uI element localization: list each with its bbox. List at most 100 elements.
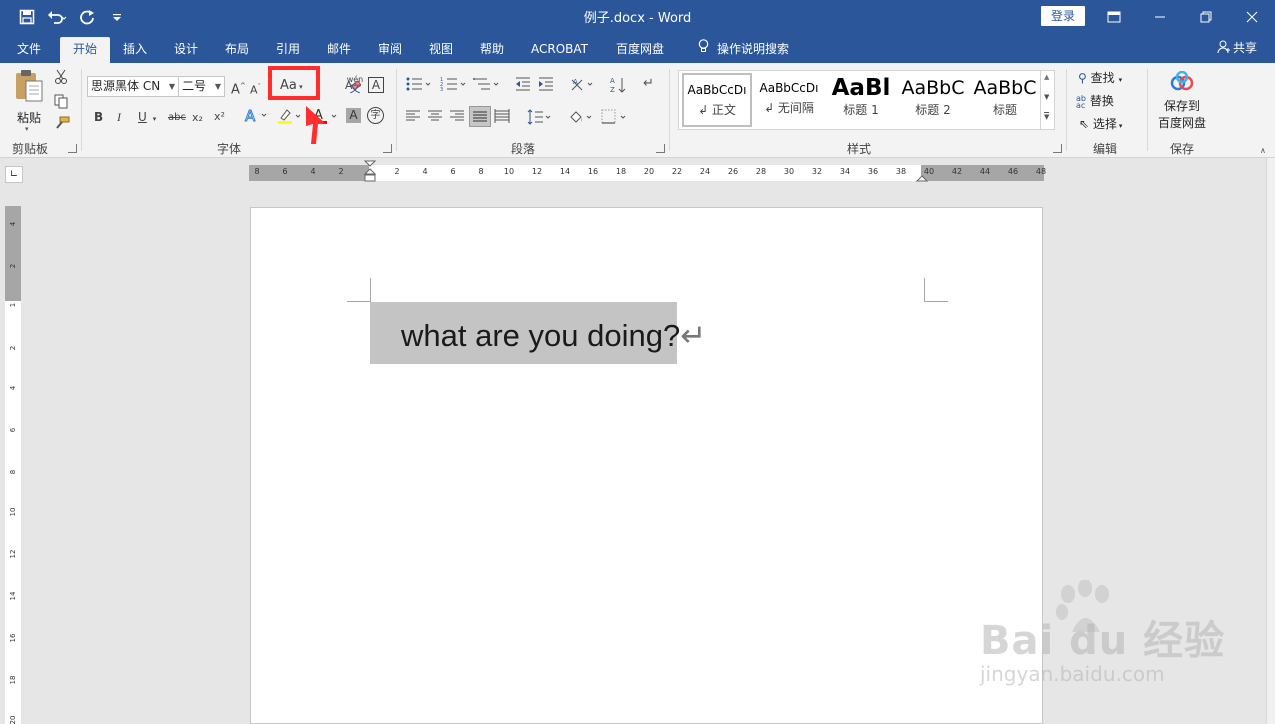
style-title[interactable]: AaBbC 标题 <box>970 73 1040 127</box>
paragraph-mark: ↵ <box>680 318 707 353</box>
ruler-tick-label: 14 <box>559 167 571 176</box>
ruler-tick-label: 20 <box>9 715 17 724</box>
align-right-icon[interactable] <box>449 109 465 128</box>
ruler-tick-label: 10 <box>9 507 17 517</box>
shading-icon[interactable] <box>567 108 595 130</box>
svg-text:A: A <box>573 78 578 86</box>
tab-insert[interactable]: 插入 <box>113 37 157 63</box>
scroll-up-icon[interactable]: ▲ <box>1044 73 1049 81</box>
chinese-layout-icon[interactable]: A <box>570 76 598 97</box>
ribbon-display-icon[interactable] <box>1091 0 1137 33</box>
font-size-combo[interactable]: 二号 ▼ <box>178 76 225 97</box>
decrease-indent-icon[interactable] <box>514 76 532 97</box>
clipboard-launcher-icon[interactable] <box>68 144 77 153</box>
gallery-scrollbar[interactable]: ▲ ▼ ▼ <box>1040 71 1054 129</box>
font-name-combo[interactable]: 思源黑体 CN ▼ <box>87 76 179 97</box>
document-page[interactable]: what are you doing?↵ <box>250 207 1043 724</box>
share-button[interactable]: 共享 <box>1217 39 1257 57</box>
text-effects-icon[interactable]: A <box>244 107 268 130</box>
styles-launcher-icon[interactable] <box>1053 144 1062 153</box>
align-left-icon[interactable] <box>405 109 421 128</box>
more-styles-icon[interactable]: ▼ <box>1044 112 1050 121</box>
font-launcher-icon[interactable] <box>383 144 392 153</box>
tell-me-search[interactable]: 操作说明搜索 <box>688 37 799 63</box>
paragraph-launcher-icon[interactable] <box>656 144 665 153</box>
tab-design[interactable]: 设计 <box>164 37 208 63</box>
style-normal[interactable]: AaBbCcDı ↲ 正文 <box>682 73 752 127</box>
multilevel-list-icon[interactable] <box>473 76 501 97</box>
bullets-icon[interactable] <box>405 76 433 97</box>
style-no-spacing[interactable]: AaBbCcDı ↲ 无间隔 <box>754 73 824 127</box>
tab-references[interactable]: 引用 <box>266 37 310 63</box>
sort-icon[interactable]: AZ <box>610 76 628 99</box>
select-button[interactable]: ⇖ 选择 ▾ <box>1079 116 1122 134</box>
vertical-ruler[interactable]: 4 2 1 2 4 6 8 10 12 14 16 18 20 <box>5 206 21 724</box>
borders-icon[interactable] <box>601 109 629 130</box>
tab-review[interactable]: 审阅 <box>368 37 412 63</box>
subscript-button[interactable]: x₂ <box>192 110 203 126</box>
format-painter-icon[interactable] <box>54 116 70 135</box>
minimize-icon[interactable] <box>1137 0 1183 33</box>
tab-view[interactable]: 视图 <box>419 37 463 63</box>
enclose-characters-icon[interactable]: 字 <box>367 107 384 124</box>
tab-layout[interactable]: 布局 <box>215 37 259 63</box>
tab-stop-selector[interactable]: ∟ <box>5 166 23 183</box>
document-text[interactable]: what are you doing?↵ <box>401 318 706 354</box>
person-icon <box>1217 40 1231 57</box>
indent-marker-icon[interactable] <box>364 160 376 182</box>
style-heading-1[interactable]: AaBl 标题 1 <box>826 73 896 127</box>
divider <box>1147 69 1148 151</box>
tab-acrobat[interactable]: ACROBAT <box>521 37 598 63</box>
ruler-tick-label: 2 <box>394 167 400 176</box>
tell-me-label: 操作说明搜索 <box>717 42 790 56</box>
increase-indent-icon[interactable] <box>537 76 555 97</box>
replace-button[interactable]: ab ac 替换 <box>1076 93 1114 109</box>
align-center-icon[interactable] <box>427 109 443 128</box>
shrink-font-icon[interactable]: Aˇ <box>250 79 261 99</box>
save-to-baidu-button[interactable]: 保存到 百度网盘 <box>1154 71 1210 137</box>
vertical-scrollbar[interactable] <box>1266 158 1275 724</box>
highlight-color-icon[interactable] <box>276 107 302 130</box>
ruler-tick-label: 18 <box>615 167 627 176</box>
login-button[interactable]: 登录 <box>1041 6 1085 26</box>
justify-icon[interactable] <box>469 106 491 127</box>
ruler-tick-label: 44 <box>979 167 991 176</box>
cursor-icon: ⇖ <box>1079 117 1090 131</box>
grow-font-icon[interactable]: A^ <box>231 78 246 98</box>
superscript-button[interactable]: x² <box>214 109 225 125</box>
title-bar: 例子.docx - Word 登录 <box>0 0 1275 33</box>
find-button[interactable]: ⚲ 查找 ▾ <box>1078 70 1122 88</box>
horizontal-ruler[interactable]: 8 6 4 2 2 4 6 8 10 12 14 16 18 20 22 24 26 28 30 32 34 36 38 40… <box>249 160 1046 182</box>
style-heading-2[interactable]: AaBbC 标题 2 <box>898 73 968 127</box>
tab-home[interactable]: 开始 <box>60 37 110 63</box>
bold-button[interactable]: B <box>94 109 103 125</box>
underline-button[interactable]: U ▾ <box>138 109 156 127</box>
character-shading-icon[interactable]: A <box>346 108 361 123</box>
tab-file[interactable]: 文件 <box>7 37 51 63</box>
crop-mark <box>347 278 371 302</box>
phonetic-guide-button[interactable]: wén 文 <box>346 75 364 94</box>
italic-button[interactable]: I <box>117 109 121 125</box>
cut-icon[interactable] <box>54 69 68 90</box>
styles-group-label: 样式 <box>847 142 872 156</box>
tab-help[interactable]: 帮助 <box>470 37 514 63</box>
save-group-label: 保存 <box>1170 142 1195 156</box>
styles-gallery: AaBbCcDı ↲ 正文 AaBbCcDı ↲ 无间隔 AaBl 标题 1 A… <box>678 70 1055 130</box>
selected-text[interactable]: what are you doing? <box>401 318 680 353</box>
ruler-tick-label: 32 <box>811 167 823 176</box>
tab-mailings[interactable]: 邮件 <box>317 37 361 63</box>
right-indent-marker-icon[interactable] <box>916 174 928 182</box>
distributed-icon[interactable] <box>494 109 510 128</box>
character-border-icon[interactable]: A <box>368 77 384 93</box>
numbering-icon[interactable]: 123 <box>440 76 468 97</box>
strikethrough-button[interactable]: abc <box>168 110 186 126</box>
line-spacing-icon[interactable] <box>527 109 553 130</box>
close-icon[interactable] <box>1229 0 1275 33</box>
scroll-down-icon[interactable]: ▼ <box>1044 93 1049 101</box>
copy-icon[interactable] <box>54 94 68 114</box>
paste-button[interactable]: 粘贴 ▾ <box>12 69 46 133</box>
restore-icon[interactable] <box>1183 0 1229 33</box>
collapse-ribbon-icon[interactable]: ∧ <box>1260 143 1266 159</box>
show-marks-icon[interactable]: ↵ <box>643 76 654 92</box>
tab-baidu[interactable]: 百度网盘 <box>606 37 674 63</box>
